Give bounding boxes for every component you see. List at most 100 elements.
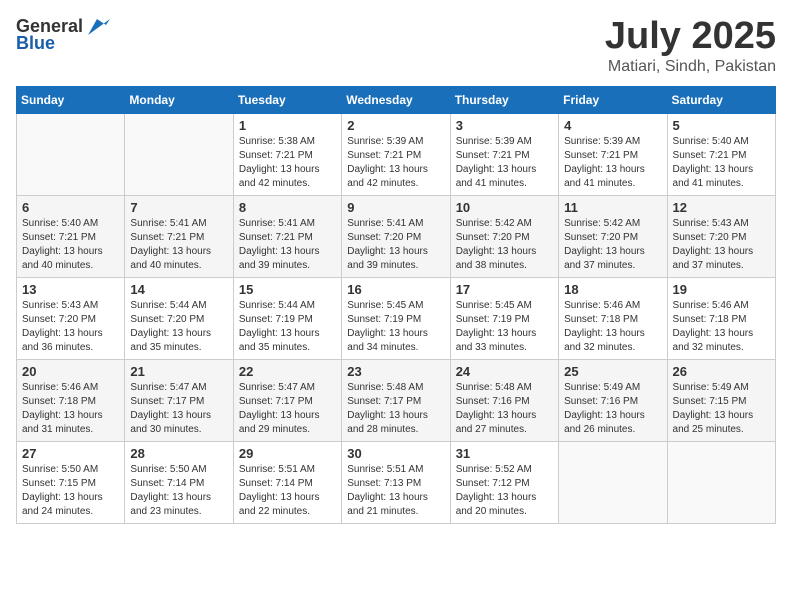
day-info: Sunrise: 5:44 AM Sunset: 7:19 PM Dayligh… xyxy=(239,299,336,355)
calendar-cell xyxy=(17,113,125,195)
day-info: Sunrise: 5:49 AM Sunset: 7:15 PM Dayligh… xyxy=(673,381,770,437)
day-number: 23 xyxy=(347,364,444,379)
day-info: Sunrise: 5:46 AM Sunset: 7:18 PM Dayligh… xyxy=(22,381,119,437)
day-number: 24 xyxy=(456,364,553,379)
weekday-header: Tuesday xyxy=(233,86,341,113)
day-number: 3 xyxy=(456,118,553,133)
calendar-cell: 11 Sunrise: 5:42 AM Sunset: 7:20 PM Dayli… xyxy=(559,195,667,277)
day-info: Sunrise: 5:49 AM Sunset: 7:16 PM Dayligh… xyxy=(564,381,661,437)
day-info: Sunrise: 5:41 AM Sunset: 7:20 PM Dayligh… xyxy=(347,217,444,273)
day-number: 2 xyxy=(347,118,444,133)
day-info: Sunrise: 5:45 AM Sunset: 7:19 PM Dayligh… xyxy=(456,299,553,355)
day-info: Sunrise: 5:45 AM Sunset: 7:19 PM Dayligh… xyxy=(347,299,444,355)
calendar-week-row: 1 Sunrise: 5:38 AM Sunset: 7:21 PM Daylig… xyxy=(17,113,776,195)
day-info: Sunrise: 5:42 AM Sunset: 7:20 PM Dayligh… xyxy=(564,217,661,273)
day-info: Sunrise: 5:47 AM Sunset: 7:17 PM Dayligh… xyxy=(239,381,336,437)
day-info: Sunrise: 5:47 AM Sunset: 7:17 PM Dayligh… xyxy=(130,381,227,437)
weekday-header: Saturday xyxy=(667,86,775,113)
day-info: Sunrise: 5:39 AM Sunset: 7:21 PM Dayligh… xyxy=(456,135,553,191)
calendar-cell: 23 Sunrise: 5:48 AM Sunset: 7:17 PM Dayli… xyxy=(342,359,450,441)
day-info: Sunrise: 5:41 AM Sunset: 7:21 PM Dayligh… xyxy=(239,217,336,273)
calendar-cell: 28Sunrise: 5:50 AM Sunset: 7:14 PM Dayli… xyxy=(125,441,233,523)
weekday-header: Sunday xyxy=(17,86,125,113)
calendar-cell: 9 Sunrise: 5:41 AM Sunset: 7:20 PM Daylig… xyxy=(342,195,450,277)
day-number: 1 xyxy=(239,118,336,133)
day-info: Sunrise: 5:40 AM Sunset: 7:21 PM Dayligh… xyxy=(22,217,119,273)
calendar-cell: 24 Sunrise: 5:48 AM Sunset: 7:16 PM Dayli… xyxy=(450,359,558,441)
day-number: 28 xyxy=(130,446,227,461)
calendar-cell: 13Sunrise: 5:43 AM Sunset: 7:20 PM Dayli… xyxy=(17,277,125,359)
calendar-cell: 27 Sunrise: 5:50 AM Sunset: 7:15 PM Dayli… xyxy=(17,441,125,523)
calendar-cell: 25 Sunrise: 5:49 AM Sunset: 7:16 PM Dayli… xyxy=(559,359,667,441)
day-info: Sunrise: 5:41 AM Sunset: 7:21 PM Dayligh… xyxy=(130,217,227,273)
calendar-cell: 17 Sunrise: 5:45 AM Sunset: 7:19 PM Dayli… xyxy=(450,277,558,359)
day-number: 29 xyxy=(239,446,336,461)
calendar-cell: 7 Sunrise: 5:41 AM Sunset: 7:21 PM Daylig… xyxy=(125,195,233,277)
weekday-header: Thursday xyxy=(450,86,558,113)
day-number: 20 xyxy=(22,364,119,379)
calendar-week-row: 6 Sunrise: 5:40 AM Sunset: 7:21 PM Daylig… xyxy=(17,195,776,277)
calendar-cell: 22 Sunrise: 5:47 AM Sunset: 7:17 PM Dayli… xyxy=(233,359,341,441)
calendar-cell: 21 Sunrise: 5:47 AM Sunset: 7:17 PM Dayli… xyxy=(125,359,233,441)
day-number: 11 xyxy=(564,200,661,215)
day-number: 25 xyxy=(564,364,661,379)
calendar-cell xyxy=(125,113,233,195)
day-number: 12 xyxy=(673,200,770,215)
weekday-row: SundayMondayTuesdayWednesdayThursdayFrid… xyxy=(17,86,776,113)
day-info: Sunrise: 5:51 AM Sunset: 7:13 PM Dayligh… xyxy=(347,463,444,519)
calendar-body: 1 Sunrise: 5:38 AM Sunset: 7:21 PM Daylig… xyxy=(17,113,776,523)
calendar-cell: 8 Sunrise: 5:41 AM Sunset: 7:21 PM Daylig… xyxy=(233,195,341,277)
calendar-cell: 1 Sunrise: 5:38 AM Sunset: 7:21 PM Daylig… xyxy=(233,113,341,195)
calendar-cell: 12 Sunrise: 5:43 AM Sunset: 7:20 PM Dayli… xyxy=(667,195,775,277)
day-number: 9 xyxy=(347,200,444,215)
day-number: 10 xyxy=(456,200,553,215)
logo-blue: Blue xyxy=(16,33,55,54)
calendar-table: SundayMondayTuesdayWednesdayThursdayFrid… xyxy=(16,86,776,524)
day-number: 14 xyxy=(130,282,227,297)
weekday-header: Friday xyxy=(559,86,667,113)
calendar-cell: 18Sunrise: 5:46 AM Sunset: 7:18 PM Dayli… xyxy=(559,277,667,359)
logo: General Blue xyxy=(16,16,111,54)
day-number: 27 xyxy=(22,446,119,461)
weekday-header: Monday xyxy=(125,86,233,113)
day-number: 4 xyxy=(564,118,661,133)
calendar-cell: 5Sunrise: 5:40 AM Sunset: 7:21 PM Daylig… xyxy=(667,113,775,195)
day-info: Sunrise: 5:39 AM Sunset: 7:21 PM Dayligh… xyxy=(347,135,444,191)
day-info: Sunrise: 5:43 AM Sunset: 7:20 PM Dayligh… xyxy=(673,217,770,273)
day-info: Sunrise: 5:48 AM Sunset: 7:16 PM Dayligh… xyxy=(456,381,553,437)
day-info: Sunrise: 5:46 AM Sunset: 7:18 PM Dayligh… xyxy=(673,299,770,355)
day-number: 6 xyxy=(22,200,119,215)
day-number: 21 xyxy=(130,364,227,379)
day-info: Sunrise: 5:39 AM Sunset: 7:21 PM Dayligh… xyxy=(564,135,661,191)
day-number: 31 xyxy=(456,446,553,461)
day-info: Sunrise: 5:38 AM Sunset: 7:21 PM Dayligh… xyxy=(239,135,336,191)
calendar-cell: 15Sunrise: 5:44 AM Sunset: 7:19 PM Dayli… xyxy=(233,277,341,359)
day-info: Sunrise: 5:48 AM Sunset: 7:17 PM Dayligh… xyxy=(347,381,444,437)
calendar-header: SundayMondayTuesdayWednesdayThursdayFrid… xyxy=(17,86,776,113)
day-number: 30 xyxy=(347,446,444,461)
day-number: 17 xyxy=(456,282,553,297)
day-info: Sunrise: 5:44 AM Sunset: 7:20 PM Dayligh… xyxy=(130,299,227,355)
calendar-cell: 19 Sunrise: 5:46 AM Sunset: 7:18 PM Dayli… xyxy=(667,277,775,359)
calendar-cell: 20 Sunrise: 5:46 AM Sunset: 7:18 PM Dayli… xyxy=(17,359,125,441)
header: General Blue July 2025 Matiari, Sindh, P… xyxy=(16,16,776,76)
day-number: 22 xyxy=(239,364,336,379)
calendar-cell: 26Sunrise: 5:49 AM Sunset: 7:15 PM Dayli… xyxy=(667,359,775,441)
day-info: Sunrise: 5:51 AM Sunset: 7:14 PM Dayligh… xyxy=(239,463,336,519)
calendar-cell: 6 Sunrise: 5:40 AM Sunset: 7:21 PM Daylig… xyxy=(17,195,125,277)
day-number: 7 xyxy=(130,200,227,215)
calendar-week-row: 20 Sunrise: 5:46 AM Sunset: 7:18 PM Dayli… xyxy=(17,359,776,441)
day-info: Sunrise: 5:50 AM Sunset: 7:15 PM Dayligh… xyxy=(22,463,119,519)
day-number: 18 xyxy=(564,282,661,297)
calendar-cell: 2 Sunrise: 5:39 AM Sunset: 7:21 PM Daylig… xyxy=(342,113,450,195)
calendar-cell: 4 Sunrise: 5:39 AM Sunset: 7:21 PM Daylig… xyxy=(559,113,667,195)
month-title: July 2025 xyxy=(605,16,776,58)
calendar-week-row: 27 Sunrise: 5:50 AM Sunset: 7:15 PM Dayli… xyxy=(17,441,776,523)
calendar-cell: 31Sunrise: 5:52 AM Sunset: 7:12 PM Dayli… xyxy=(450,441,558,523)
location-title: Matiari, Sindh, Pakistan xyxy=(605,58,776,76)
title-area: July 2025 Matiari, Sindh, Pakistan xyxy=(605,16,776,76)
day-number: 19 xyxy=(673,282,770,297)
day-info: Sunrise: 5:42 AM Sunset: 7:20 PM Dayligh… xyxy=(456,217,553,273)
day-number: 8 xyxy=(239,200,336,215)
calendar-cell: 14 Sunrise: 5:44 AM Sunset: 7:20 PM Dayli… xyxy=(125,277,233,359)
